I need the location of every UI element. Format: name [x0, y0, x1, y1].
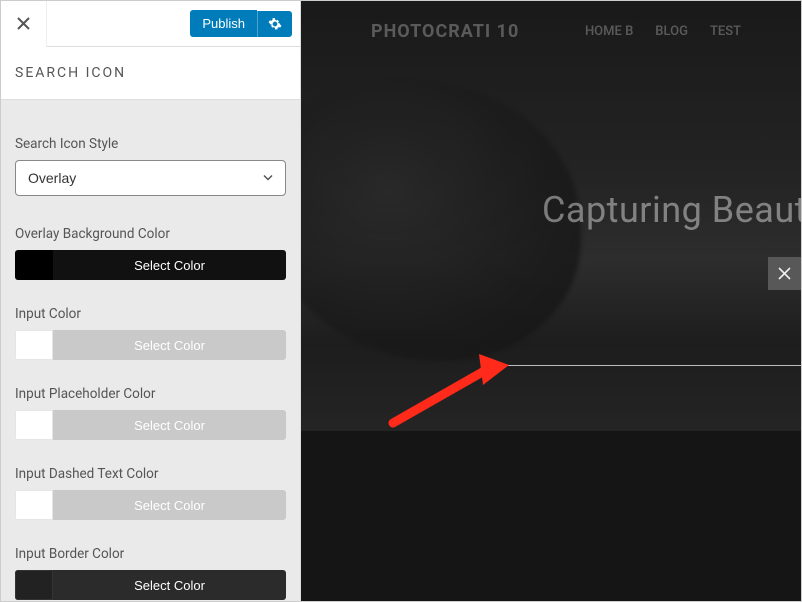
overlay-bg-row: Overlay Background Color Select Color	[15, 226, 286, 280]
dashed-text-color-label: Input Dashed Text Color	[15, 466, 286, 482]
nav-link[interactable]: TEST	[710, 24, 741, 39]
overlay-bg-label: Overlay Background Color	[15, 226, 286, 242]
preview-pane: PHOTOCRATI 10 HOME B BLOG TEST Capturing…	[301, 1, 801, 601]
hero-heading: Capturing Beaut	[542, 189, 801, 231]
section-title-bar: SEARCH ICON	[1, 47, 300, 100]
dashed-text-color-picker[interactable]: Select Color	[15, 490, 286, 520]
gear-icon	[268, 17, 282, 31]
style-label: Search Icon Style	[15, 136, 286, 152]
border-color-label: Input Border Color	[15, 546, 286, 562]
close-customizer-button[interactable]	[1, 1, 47, 47]
publish-button[interactable]: Publish	[190, 10, 257, 37]
input-color-picker[interactable]: Select Color	[15, 330, 286, 360]
dashed-text-color-row: Input Dashed Text Color Select Color	[15, 466, 286, 520]
select-color-button[interactable]: Select Color	[53, 570, 286, 600]
color-swatch	[15, 330, 53, 360]
preview-nav: PHOTOCRATI 10 HOME B BLOG TEST	[301, 21, 801, 42]
style-select-wrap: Overlay	[15, 160, 286, 196]
style-select[interactable]: Overlay	[15, 160, 286, 196]
input-color-row: Input Color Select Color	[15, 306, 286, 360]
overlay-close-button[interactable]	[768, 257, 801, 290]
color-swatch	[15, 250, 53, 280]
customizer-sidebar: Publish SEARCH ICON Search Icon Style Ov…	[1, 1, 301, 601]
select-color-button[interactable]: Select Color	[53, 410, 286, 440]
placeholder-color-label: Input Placeholder Color	[15, 386, 286, 402]
close-icon	[777, 266, 792, 281]
panel-body: Search Icon Style Overlay Overlay Backgr…	[1, 100, 300, 601]
input-color-label: Input Color	[15, 306, 286, 322]
nav-links: HOME B BLOG TEST	[585, 24, 741, 39]
placeholder-color-picker[interactable]: Select Color	[15, 410, 286, 440]
select-color-button[interactable]: Select Color	[53, 250, 286, 280]
section-title: SEARCH ICON	[15, 65, 286, 81]
select-color-button[interactable]: Select Color	[53, 330, 286, 360]
sidebar-header: Publish	[1, 1, 300, 47]
placeholder-color-row: Input Placeholder Color Select Color	[15, 386, 286, 440]
select-color-button[interactable]: Select Color	[53, 490, 286, 520]
color-swatch	[15, 410, 53, 440]
color-swatch	[15, 570, 53, 600]
header-actions: Publish	[190, 10, 292, 37]
settings-button[interactable]	[257, 11, 292, 37]
border-color-row: Input Border Color Select Color	[15, 546, 286, 600]
close-icon	[17, 17, 30, 30]
site-brand: PHOTOCRATI 10	[371, 21, 519, 42]
color-swatch	[15, 490, 53, 520]
border-color-picker[interactable]: Select Color	[15, 570, 286, 600]
nav-link[interactable]: HOME B	[585, 24, 633, 39]
search-input-underline[interactable]	[493, 365, 801, 366]
overlay-bg-picker[interactable]: Select Color	[15, 250, 286, 280]
nav-link[interactable]: BLOG	[655, 24, 688, 39]
